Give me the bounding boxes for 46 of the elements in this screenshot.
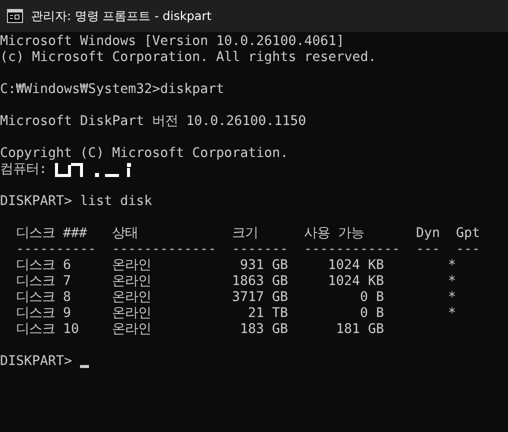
- table-cell-text: 21 TB: [246, 306, 289, 322]
- table-cell-text: 183 GB: [238, 322, 289, 338]
- table-cell-text: 931 GB: [238, 258, 289, 274]
- header-rule: ---: [416, 242, 442, 258]
- window-title: 관리자: 명령 프롬프트 - diskpart: [31, 8, 212, 24]
- column-header: 디스크 ###: [16, 226, 88, 242]
- table-cell-text: 디스크 10: [16, 322, 80, 338]
- command-prompt: DISKPART>: [0, 354, 72, 370]
- table-cell-text: 1863 GB: [232, 274, 290, 290]
- table-cell-text: *: [448, 258, 458, 274]
- console-line: Microsoft Windows [Version 10.0.26100.4061]: [0, 34, 344, 50]
- table-cell-text: 1024 KB: [326, 274, 385, 290]
- table-cell-text: 디스크 7: [16, 274, 72, 290]
- column-header: 상태: [112, 226, 139, 242]
- console-line: Copyright (C) Microsoft Corporation.: [0, 146, 288, 162]
- table-cell-text: 온라인: [112, 290, 152, 306]
- table-cell-text: 온라인: [112, 306, 152, 322]
- table-cell-text: *: [448, 290, 458, 306]
- column-header: 크기: [232, 226, 259, 242]
- header-rule: -------: [232, 242, 290, 258]
- table-cell-text: 1024 KB: [326, 258, 385, 274]
- table-cell-text: 디스크 9: [16, 306, 72, 322]
- table-cell-text: 0 B: [358, 306, 385, 322]
- table-cell-text: 온라인: [112, 258, 152, 274]
- console-line: (c) Microsoft Corporation. All rights reserved.: [0, 50, 376, 66]
- header-rule: ----------: [16, 242, 98, 258]
- table-cell-text: 온라인: [112, 322, 152, 338]
- console-line: C:₩Windows₩System32>diskpart: [0, 82, 224, 98]
- table-cell-text: 181 GB: [334, 322, 385, 338]
- console-line: DISKPART> list disk: [0, 194, 152, 210]
- console-line: 컴퓨터:: [0, 162, 48, 178]
- table-cell-text: 3717 GB: [232, 290, 290, 306]
- column-header: 사용 가능: [304, 226, 366, 242]
- table-cell-text: *: [448, 274, 458, 290]
- table-cell-text: 디스크 6: [16, 258, 72, 274]
- column-header: Dyn: [416, 226, 442, 242]
- table-cell-text: 디스크 8: [16, 290, 72, 306]
- header-rule: ---: [456, 242, 482, 258]
- header-rule: ------------: [304, 242, 402, 258]
- table-cell-text: 0 B: [358, 290, 385, 306]
- console-line: Microsoft DiskPart 버전 10.0.26100.1150: [0, 114, 306, 130]
- header-rule: -------------: [112, 242, 218, 258]
- table-cell-text: 온라인: [112, 274, 152, 290]
- column-header: Gpt: [456, 226, 482, 242]
- table-cell-text: *: [448, 306, 458, 322]
- terminal-icon: [7, 9, 23, 23]
